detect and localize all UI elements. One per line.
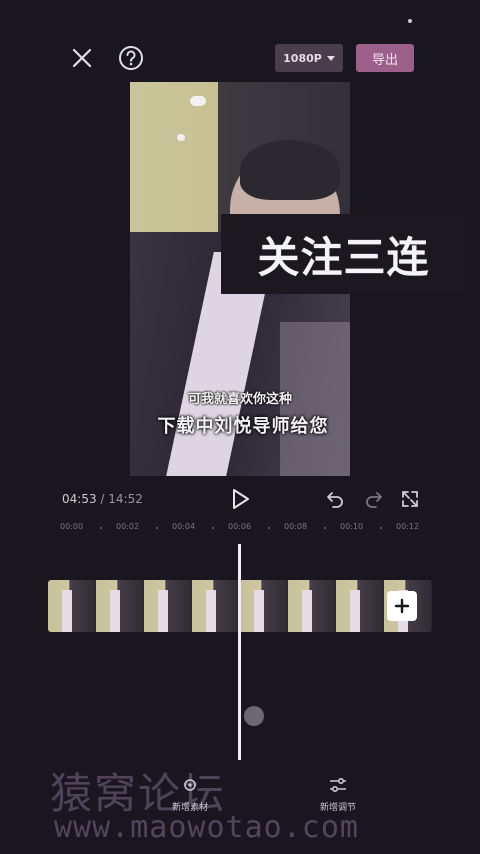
ruler-tick [268,527,270,529]
gear-icon [184,779,196,791]
ruler-label: 00:10 [340,522,364,531]
ruler-tick [100,527,102,529]
time-readout: 04:53 / 14:52 [62,492,143,506]
ruler-label: 00:04 [172,522,196,531]
export-button[interactable]: 导出 [356,44,414,72]
plus-icon [394,598,410,614]
ruler-tick [212,527,214,529]
status-dot [408,19,412,23]
clip-thumbnail [96,580,144,632]
clip-thumbnail [48,580,96,632]
time-separator: / [96,492,109,506]
preview-figure-hair [240,140,340,200]
overlay-title-text[interactable]: 关注三连 [221,214,466,294]
ruler-label: 00:12 [396,522,420,531]
fullscreen-icon[interactable] [400,489,420,513]
undo-icon[interactable] [325,489,345,513]
ruler-label: 00:08 [284,522,308,531]
redo-icon[interactable] [364,489,384,513]
resolution-dropdown[interactable]: 1080P [275,44,343,72]
playhead[interactable] [238,544,241,760]
clip-thumbnail [192,580,240,632]
close-icon[interactable] [68,44,96,72]
play-button[interactable] [229,487,251,515]
add-material-tool[interactable]: 新增素材 [160,776,220,813]
tool-label: 新增素材 [171,803,208,813]
preview-light-spot [177,134,185,141]
tool-label: 新增调节 [319,803,356,813]
ruler-label: 00:06 [228,522,252,531]
timeline-ruler: 00:00 00:02 00:04 00:06 00:08 00:10 00:1… [60,522,440,538]
scrub-handle[interactable] [244,706,264,726]
ruler-label: 00:02 [116,522,140,531]
ruler-tick [324,527,326,529]
ruler-tick [156,527,158,529]
help-icon[interactable] [117,44,145,72]
subtitle-line-1[interactable]: 可我就喜欢你这种 [130,388,350,407]
clip-thumbnail [288,580,336,632]
clip-thumbnail [144,580,192,632]
chevron-down-icon [326,55,335,61]
sliders-icon [330,777,346,793]
ruler-tick [380,527,382,529]
total-time: 14:52 [108,492,143,506]
clip-thumbnail [336,580,384,632]
clip-thumbnail [240,580,288,632]
add-clip-button[interactable] [387,591,417,621]
preview-light-spot [190,96,206,106]
current-time: 04:53 [62,492,97,506]
subtitle-line-2[interactable]: 下载中刘悦导师给您 [118,412,368,438]
watermark-line-2: www.maowotao.com [54,810,359,845]
add-adjustment-tool[interactable]: 新增调节 [308,776,368,813]
ruler-label: 00:00 [60,522,84,531]
resolution-label: 1080P [283,51,322,65]
